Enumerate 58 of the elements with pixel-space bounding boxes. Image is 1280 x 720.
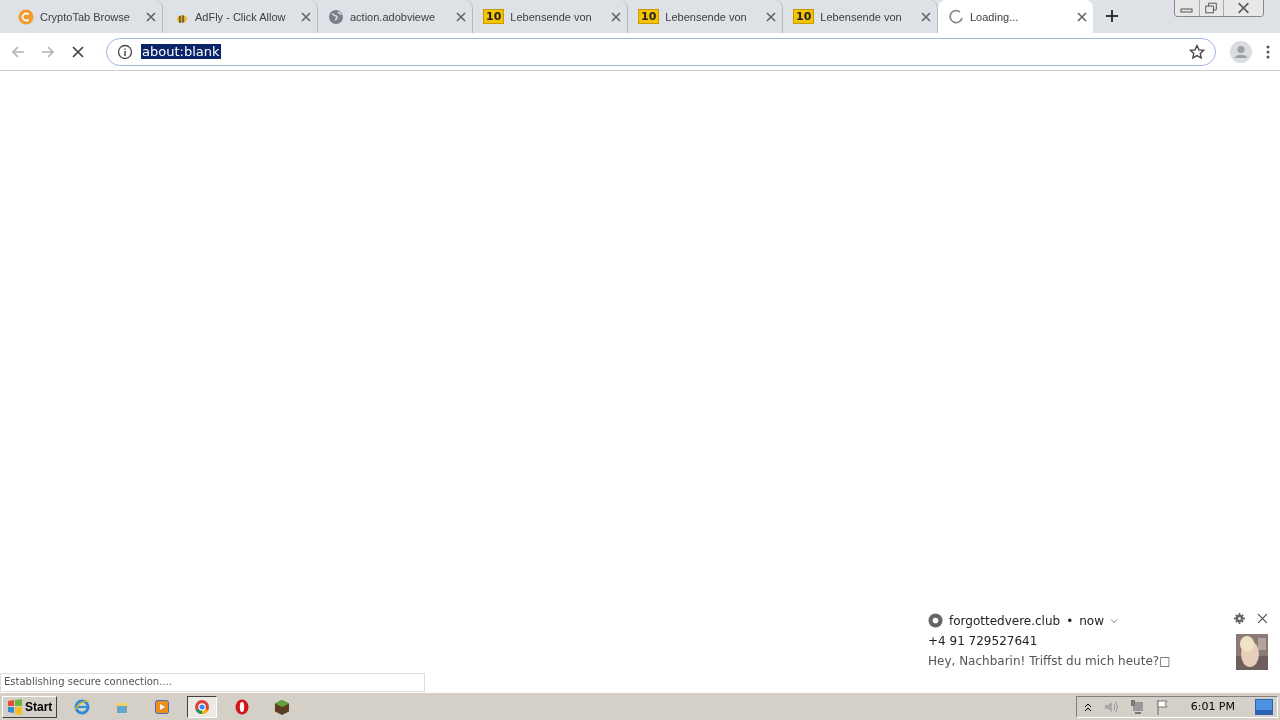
settings-icon[interactable]	[1234, 613, 1245, 624]
start-button[interactable]: Start	[2, 695, 58, 718]
close-icon[interactable]	[301, 11, 311, 22]
media-player-icon	[154, 698, 171, 715]
tab-title: action.adobviewe	[350, 10, 436, 23]
tab-title: Lebensende von	[665, 10, 748, 23]
info-icon	[117, 43, 133, 60]
browser-tab[interactable]: Loading...	[938, 0, 1093, 33]
taskbar-app[interactable]	[187, 695, 218, 718]
close-icon[interactable]	[456, 11, 466, 22]
chevron-up-icon[interactable]	[1082, 701, 1093, 712]
close-window-icon[interactable]	[1223, 0, 1263, 16]
spinner-icon	[948, 8, 964, 25]
browser-tab[interactable]: action.adobviewe	[318, 0, 473, 33]
network-icon[interactable]	[1128, 698, 1145, 715]
clock: 6:01 PM	[1190, 700, 1235, 713]
bullet-separator: •	[1066, 613, 1074, 628]
opera-icon	[234, 698, 251, 715]
browser-tab[interactable]: 10 Lebensende von	[628, 0, 783, 33]
notification-time: now	[1079, 613, 1104, 628]
tab-title: CryptoTab Browse	[40, 10, 131, 23]
close-icon[interactable]	[146, 11, 156, 22]
url-text: about:blank	[141, 44, 221, 59]
notification-message: Hey, Nachbarin! Triffst du mich heute?□	[928, 654, 1172, 668]
close-icon[interactable]	[611, 11, 621, 22]
browser-tab[interactable]: 10 Lebensende von	[783, 0, 938, 33]
close-icon[interactable]	[921, 11, 931, 22]
browser-tab[interactable]: 10 Lebensende von	[473, 0, 628, 33]
globe-icon	[328, 8, 344, 25]
restore-icon[interactable]	[1199, 0, 1223, 16]
notification-site: forgottedvere.club	[949, 613, 1061, 628]
profile-avatar-icon[interactable]	[1230, 40, 1252, 63]
menu-icon[interactable]	[1266, 43, 1270, 60]
notification-title: +4 91 729527641	[928, 634, 1039, 648]
favicon-badge: 10	[638, 9, 660, 24]
star-icon[interactable]	[1189, 43, 1205, 60]
close-icon[interactable]	[1257, 613, 1268, 624]
browser-tab[interactable]: CryptoTab Browse	[8, 0, 163, 33]
tab-title: AdFly - Click Allow	[195, 10, 287, 23]
notification[interactable]: forgottedvere.club • now +4 91 729527641 Hey, Nachbarin! Triffst du mich heute?□	[928, 607, 1268, 670]
favicon-badge: 10	[793, 9, 815, 24]
bee-icon	[173, 8, 189, 25]
new-tab-icon[interactable]	[1105, 9, 1119, 23]
close-icon[interactable]	[766, 11, 776, 22]
close-icon[interactable]	[1077, 11, 1087, 22]
browser-tab[interactable]: AdFly - Click Allow	[163, 0, 318, 33]
windows-logo-icon	[7, 698, 23, 715]
browser-e-icon	[74, 698, 91, 715]
favicon-badge: 10	[483, 9, 505, 24]
tab-title: Lebensende von	[820, 10, 903, 23]
grass-block-icon	[274, 698, 291, 715]
stop-icon[interactable]	[70, 43, 86, 60]
tab-title: Loading...	[970, 10, 1020, 23]
status-bubble: Establishing secure connection....	[0, 673, 425, 692]
coin-icon	[18, 8, 34, 25]
flag-icon[interactable]	[1154, 698, 1171, 715]
show-desktop-icon[interactable]	[1255, 697, 1273, 716]
tab-title: Lebensende von	[510, 10, 593, 23]
